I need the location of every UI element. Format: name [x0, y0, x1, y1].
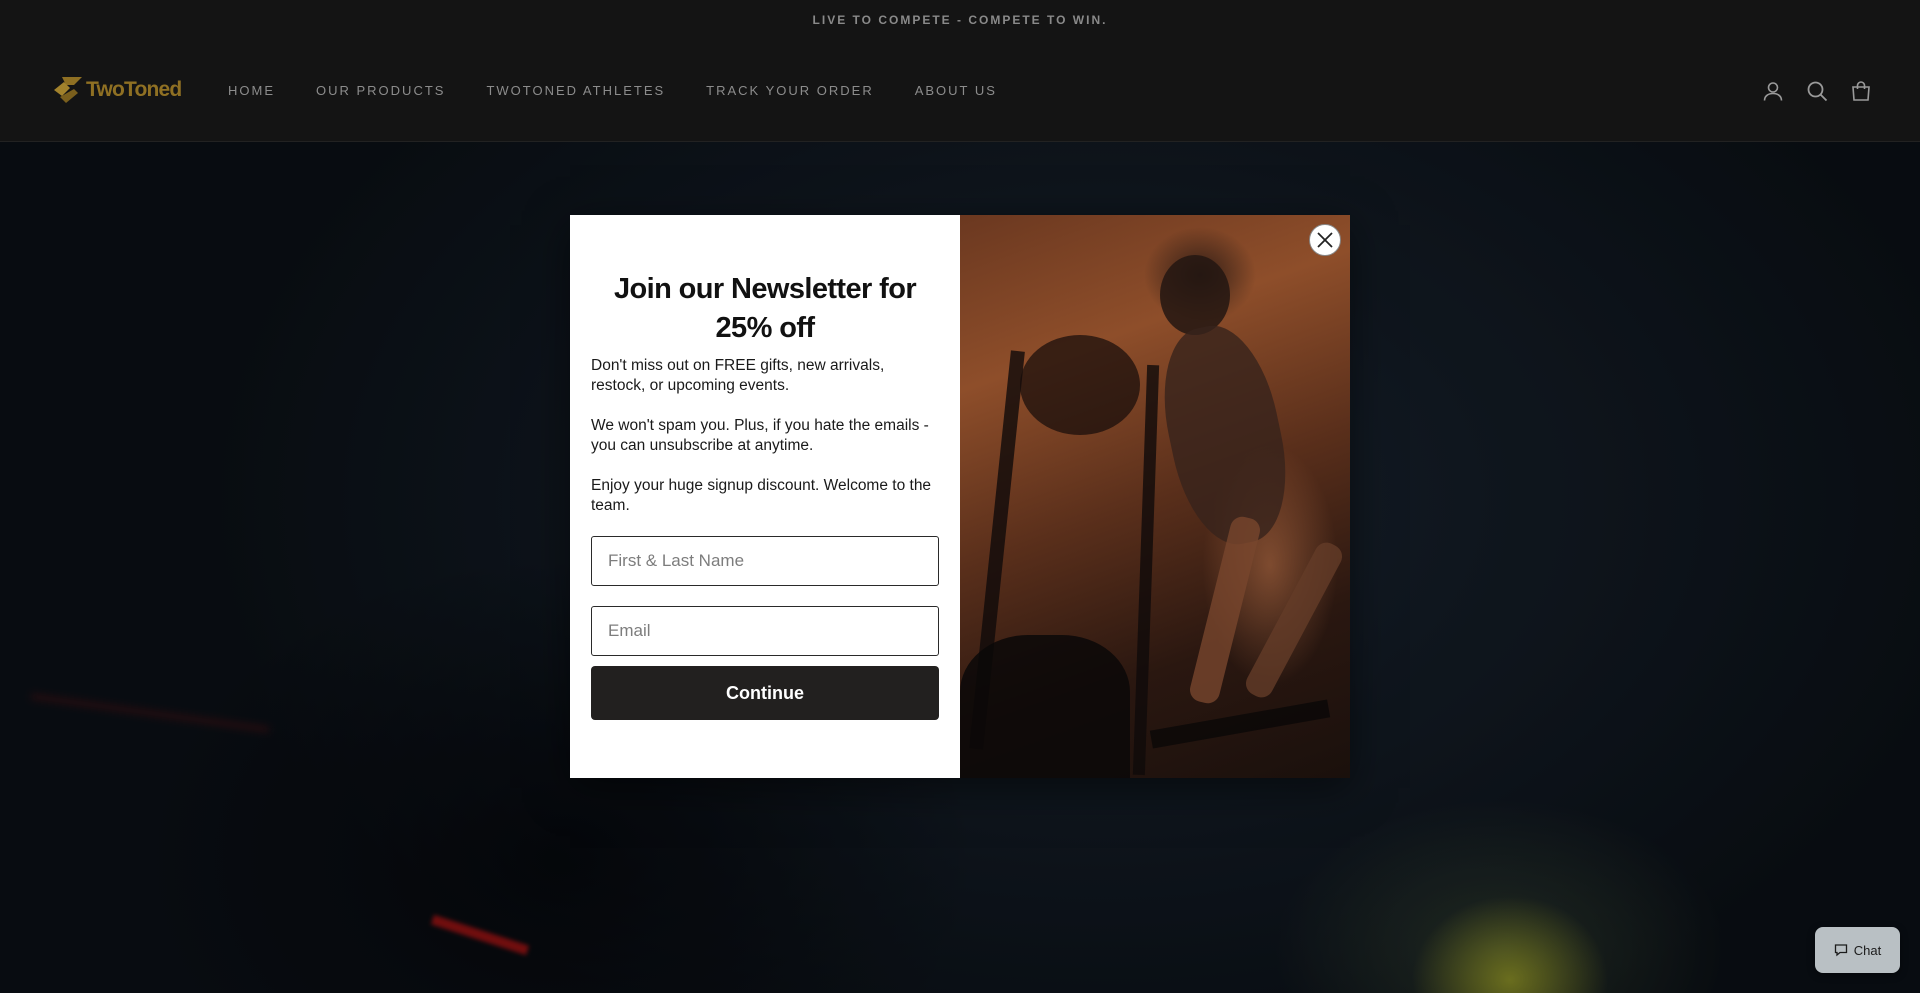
newsletter-form-panel: Join our Newsletter for 25% off Don't mi…	[570, 215, 960, 778]
nav-about-us[interactable]: ABOUT US	[915, 83, 997, 98]
chat-label: Chat	[1853, 942, 1882, 958]
continue-button[interactable]: Continue	[591, 666, 939, 720]
photo-decoration	[1148, 315, 1302, 555]
brand-logo[interactable]: TwoToned	[52, 74, 182, 106]
nav-our-products[interactable]: OUR PRODUCTS	[316, 83, 445, 98]
cart-icon[interactable]	[1850, 80, 1872, 102]
photo-decoration	[960, 635, 1130, 778]
newsletter-paragraph: Don't miss out on FREE gifts, new arriva…	[591, 357, 885, 394]
newsletter-paragraph: We won't spam you. Plus, if you hate the…	[591, 417, 929, 454]
close-button[interactable]	[1309, 224, 1341, 256]
account-icon[interactable]	[1762, 80, 1784, 102]
logo-mark-icon	[52, 74, 84, 106]
chat-icon	[1834, 943, 1848, 957]
announcement-bar: LIVE TO COMPETE - COMPETE TO WIN.	[0, 0, 1920, 40]
newsletter-photo	[960, 215, 1350, 778]
search-icon[interactable]	[1806, 80, 1828, 102]
photo-decoration	[1160, 255, 1230, 335]
photo-decoration	[1020, 335, 1140, 435]
announcement-text: LIVE TO COMPETE - COMPETE TO WIN.	[812, 13, 1108, 27]
chat-button[interactable]: Chat	[1815, 927, 1900, 973]
newsletter-paragraph: Enjoy your huge signup discount. Welcome…	[591, 477, 932, 514]
main-nav: HOME OUR PRODUCTS TWOTONED ATHLETES TRAC…	[228, 40, 997, 141]
close-icon	[1316, 231, 1334, 249]
photo-decoration	[1132, 364, 1160, 776]
header-actions	[1762, 40, 1872, 141]
nav-twotoned-athletes[interactable]: TWOTONED ATHLETES	[486, 83, 665, 98]
photo-decoration	[1149, 699, 1331, 749]
photo-decoration	[1241, 538, 1347, 702]
name-input[interactable]	[591, 536, 939, 586]
site-header: TwoToned HOME OUR PRODUCTS TWOTONED ATHL…	[0, 40, 1920, 142]
newsletter-modal: Join our Newsletter for 25% off Don't mi…	[570, 215, 1350, 778]
logo-text: TwoToned	[86, 78, 182, 101]
nav-home[interactable]: HOME	[228, 83, 275, 98]
nav-track-your-order[interactable]: TRACK YOUR ORDER	[706, 83, 874, 98]
email-input[interactable]	[591, 606, 939, 656]
newsletter-title: Join our Newsletter for 25% off	[613, 273, 917, 344]
